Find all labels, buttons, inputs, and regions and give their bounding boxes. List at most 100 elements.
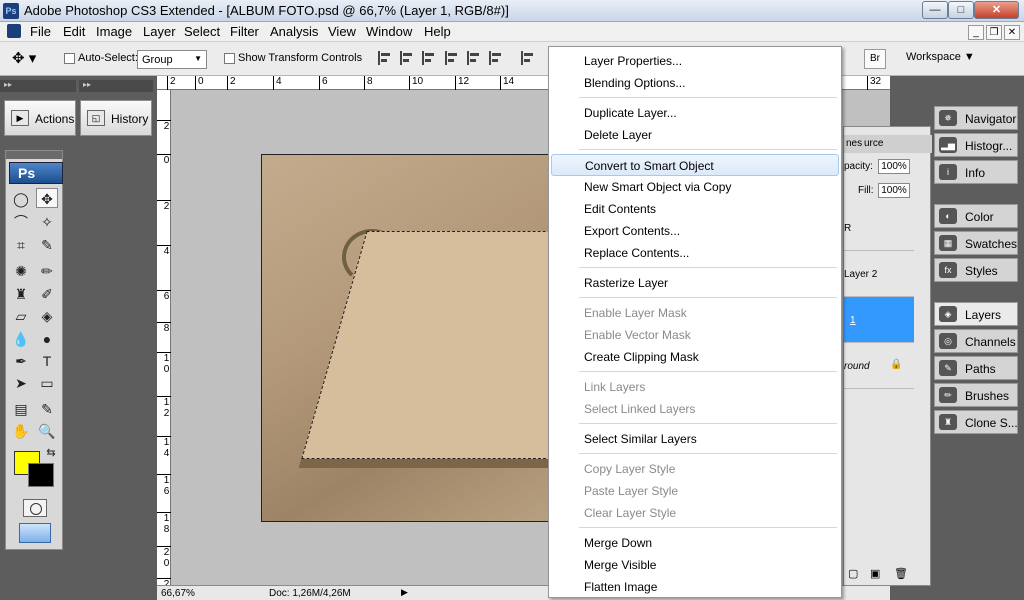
left-dock-strip-1[interactable]: ▸▸ xyxy=(0,80,76,92)
brushes-panel-button[interactable]: ✏ Brushes xyxy=(934,383,1018,407)
menu-item-replace-contents[interactable]: Replace Contents... xyxy=(551,242,839,264)
actions-panel-button[interactable]: ▶ Actions xyxy=(4,100,76,136)
paths-panel-button[interactable]: ✎ Paths xyxy=(934,356,1018,380)
layers-panel-button[interactable]: ◈ Layers xyxy=(934,302,1018,326)
layer-row[interactable]: Layer 2 xyxy=(844,251,914,297)
menu-item-flatten-image[interactable]: Flatten Image xyxy=(551,576,839,598)
shape-tool-icon[interactable]: ▭ xyxy=(36,373,58,393)
show-transform-checkbox[interactable] xyxy=(224,53,235,64)
menu-item-delete-layer[interactable]: Delete Layer xyxy=(551,124,839,146)
histogram-panel-button[interactable]: ▂▅ Histogr... xyxy=(934,133,1018,157)
menu-edit[interactable]: Edit xyxy=(63,24,85,39)
close-button[interactable]: ✕ xyxy=(974,1,1019,19)
align-right-icon[interactable] xyxy=(489,51,503,65)
distribute-top-icon[interactable] xyxy=(521,51,535,65)
align-left-icon[interactable] xyxy=(445,51,459,65)
menu-item-select-similar-layers[interactable]: Select Similar Layers xyxy=(551,428,839,450)
zoom-tool-icon[interactable]: 🔍 xyxy=(36,421,58,441)
dodge-tool-icon[interactable]: ● xyxy=(36,329,58,349)
menu-item-export-contents[interactable]: Export Contents... xyxy=(551,220,839,242)
blur-tool-icon[interactable]: 💧 xyxy=(10,329,32,349)
layer-row-background[interactable]: round 🔒 xyxy=(844,343,914,389)
magic-wand-tool-icon[interactable]: ✧ xyxy=(36,212,58,232)
notes-tool-icon[interactable]: ▤ xyxy=(10,399,32,419)
document-canvas[interactable] xyxy=(261,154,561,522)
type-tool-icon[interactable]: T xyxy=(36,351,58,371)
menu-item-enable-vector-mask[interactable]: Enable Vector Mask xyxy=(551,324,839,346)
menu-item-convert-to-smart-object[interactable]: Convert to Smart Object xyxy=(551,154,839,176)
pen-tool-icon[interactable]: ✒ xyxy=(10,351,32,371)
zoom-level[interactable]: 66,67% xyxy=(161,588,195,599)
menu-item-layer-properties[interactable]: Layer Properties... xyxy=(551,50,839,72)
menu-image[interactable]: Image xyxy=(96,24,132,39)
crop-tool-icon[interactable]: ⌗ xyxy=(10,235,32,255)
menu-file[interactable]: File xyxy=(30,24,51,39)
menu-item-merge-visible[interactable]: Merge Visible xyxy=(551,554,839,576)
paint-bucket-tool-icon[interactable]: ◈ xyxy=(36,306,58,326)
menu-select[interactable]: Select xyxy=(184,24,220,39)
maximize-button[interactable]: □ xyxy=(948,1,974,19)
menu-item-rasterize-layer[interactable]: Rasterize Layer xyxy=(551,272,839,294)
menu-item-new-smart-object-via-copy[interactable]: New Smart Object via Copy xyxy=(551,176,839,198)
quick-mask-button[interactable] xyxy=(23,499,47,517)
menu-window[interactable]: Window xyxy=(366,24,412,39)
align-vertical-center-icon[interactable] xyxy=(400,51,414,65)
auto-select-checkbox[interactable] xyxy=(64,53,75,64)
doc-close-icon[interactable]: ✕ xyxy=(1004,25,1020,40)
layer-row[interactable]: R xyxy=(844,205,914,251)
eraser-tool-icon[interactable]: ▱ xyxy=(10,306,32,326)
lasso-tool-icon[interactable]: ⌒ xyxy=(10,212,32,232)
menu-item-link-layers[interactable]: Link Layers xyxy=(551,376,839,398)
eyedropper-tool-icon[interactable]: ✎ xyxy=(36,235,58,255)
styles-panel-button[interactable]: fx Styles xyxy=(934,258,1018,282)
color-sampler-tool-icon[interactable]: ✎ xyxy=(36,399,58,419)
background-color-swatch[interactable] xyxy=(28,463,54,487)
fill-input[interactable]: 100% xyxy=(878,183,910,198)
navigator-panel-button[interactable]: ✵ Navigator xyxy=(934,106,1018,130)
screen-mode-button[interactable] xyxy=(19,523,51,543)
menu-filter[interactable]: Filter xyxy=(230,24,259,39)
left-dock-strip-2[interactable]: ▸▸ xyxy=(79,80,153,92)
tab-source-partial[interactable]: urce xyxy=(864,138,883,149)
path-selection-tool-icon[interactable]: ➤ xyxy=(10,373,32,393)
marquee-tool-icon[interactable]: ◯ xyxy=(10,189,32,209)
swap-colors-icon[interactable]: ⇆ xyxy=(40,443,62,463)
menu-layer[interactable]: Layer xyxy=(143,24,176,39)
info-panel-button[interactable]: i Info xyxy=(934,160,1018,184)
hand-tool-icon[interactable]: ✋ xyxy=(10,421,32,441)
move-tool-preset-icon[interactable]: ✥ ▾ xyxy=(12,49,48,69)
menu-item-select-linked-layers[interactable]: Select Linked Layers xyxy=(551,398,839,420)
opacity-input[interactable]: 100% xyxy=(878,159,910,174)
new-layer-icon[interactable]: ▣ xyxy=(870,567,880,580)
clone-stamp-tool-icon[interactable]: ♜ xyxy=(10,284,32,304)
swatches-panel-button[interactable]: ▦ Swatches xyxy=(934,231,1018,255)
doc-minimize-icon[interactable]: _ xyxy=(968,25,984,40)
layer-row-selected[interactable]: 1 xyxy=(844,297,914,343)
menu-item-clear-layer-style[interactable]: Clear Layer Style xyxy=(551,502,839,524)
clone-source-panel-button[interactable]: ♜ Clone S... xyxy=(934,410,1018,434)
menu-help[interactable]: Help xyxy=(424,24,451,39)
toolbox-header[interactable] xyxy=(6,151,62,159)
bridge-icon[interactable]: Br xyxy=(864,49,886,69)
menu-item-edit-contents[interactable]: Edit Contents xyxy=(551,198,839,220)
auto-select-dropdown[interactable]: Group ▼ xyxy=(137,50,207,69)
trash-icon[interactable]: 🗑 xyxy=(894,567,908,580)
document-menu-icon[interactable] xyxy=(7,24,21,38)
doc-restore-icon[interactable]: ❐ xyxy=(986,25,1002,40)
menu-item-enable-layer-mask[interactable]: Enable Layer Mask xyxy=(551,302,839,324)
healing-brush-tool-icon[interactable]: ✺ xyxy=(10,261,32,281)
align-top-icon[interactable] xyxy=(378,51,392,65)
menu-item-duplicate-layer[interactable]: Duplicate Layer... xyxy=(551,102,839,124)
menu-item-paste-layer-style[interactable]: Paste Layer Style xyxy=(551,480,839,502)
status-menu-arrow-icon[interactable]: ▶ xyxy=(401,587,408,598)
minimize-button[interactable]: — xyxy=(922,1,948,19)
workspace-button[interactable]: Workspace ▼ xyxy=(906,51,975,63)
move-tool-icon[interactable]: ✥ xyxy=(36,188,58,208)
menu-item-blending-options[interactable]: Blending Options... xyxy=(551,72,839,94)
tab-channels-partial[interactable]: nes xyxy=(846,138,862,149)
menu-item-copy-layer-style[interactable]: Copy Layer Style xyxy=(551,458,839,480)
new-group-icon[interactable]: ▢ xyxy=(848,567,858,580)
menu-item-create-clipping-mask[interactable]: Create Clipping Mask xyxy=(551,346,839,368)
channels-panel-button[interactable]: ◎ Channels xyxy=(934,329,1018,353)
color-panel-button[interactable]: ◐ Color xyxy=(934,204,1018,228)
